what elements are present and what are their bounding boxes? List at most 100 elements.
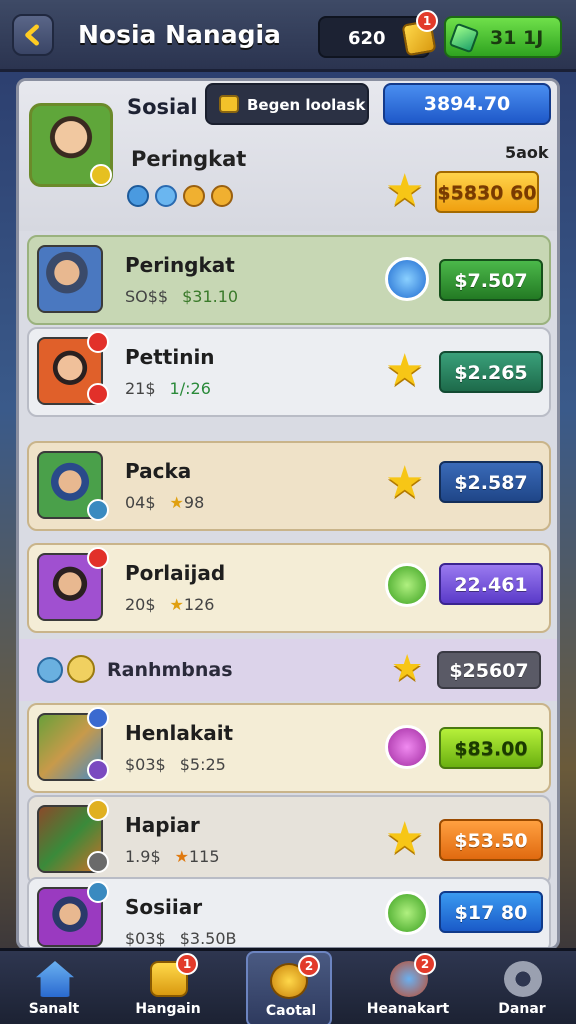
notification-badge	[87, 331, 109, 353]
row-sub: 1.9$ ★115	[125, 847, 220, 866]
star-icon	[155, 185, 177, 207]
score-button[interactable]: 3894.70	[383, 83, 551, 125]
blue-gem-icon	[385, 257, 429, 301]
face-icon	[67, 655, 95, 683]
nav-item-market[interactable]: 2 Heanakart	[358, 951, 458, 1024]
star-icon: ★	[174, 847, 189, 866]
coin-icon	[211, 185, 233, 207]
coin-value: 620	[348, 28, 386, 49]
star-icon: ★	[385, 345, 425, 396]
gem-icon	[448, 22, 480, 54]
row-price-button[interactable]: $2.265	[439, 351, 543, 393]
info-badge	[87, 759, 109, 781]
nav-item-social[interactable]: 2 Caotal	[246, 951, 332, 1024]
star-icon: ★	[385, 813, 425, 864]
row-sub: $03$ $3.50B	[125, 929, 237, 948]
row-price-button[interactable]: $2.587	[439, 461, 543, 503]
list-item[interactable]: Packa 04$ ★98 ★ $2.587	[27, 441, 551, 531]
thumbs-up-icon	[385, 563, 429, 607]
row-name: Porlaijad	[125, 561, 226, 585]
rank-icons	[127, 185, 233, 207]
thumbs-up-icon	[385, 891, 429, 935]
chevron-left-icon	[25, 24, 39, 46]
list-item[interactable]: Hapiar 1.9$ ★115 ★ $53.50	[27, 795, 551, 885]
nav-label: Caotal	[265, 1003, 317, 1019]
section-label: Ranhmbnas	[107, 659, 233, 681]
coin-badge: 1	[416, 10, 438, 32]
nav-item-home[interactable]: Sanalt	[4, 951, 104, 1024]
section-title: Sosial	[127, 95, 198, 119]
row-price-button[interactable]: $53.50	[439, 819, 543, 861]
row-name: Sosiiar	[125, 895, 203, 919]
row-name: Packa	[125, 459, 192, 483]
star-icon: ★	[169, 595, 184, 614]
row-sub: 04$ ★98	[125, 493, 205, 512]
player-avatar	[37, 547, 109, 621]
gem-icon	[127, 185, 149, 207]
player-avatar	[37, 245, 103, 313]
row-sub: SO$$ $31.10	[125, 287, 239, 306]
coin-icon	[183, 185, 205, 207]
row-price-button[interactable]: 22.461	[439, 563, 543, 605]
list-item[interactable]: Porlaijad 20$ ★126 22.461	[27, 543, 551, 633]
info-badge	[87, 707, 109, 729]
rank-price-button[interactable]: $5830 60	[435, 171, 539, 213]
star-icon: ★	[385, 457, 425, 508]
star-icon: ★	[169, 493, 184, 512]
list-item[interactable]: Pettinin 21$ 1/:26 ★ $2.265	[27, 327, 551, 417]
player-avatar[interactable]	[29, 103, 113, 187]
nav-badge: 1	[176, 953, 198, 975]
ticket-icon	[219, 95, 239, 113]
gem-counter[interactable]: 31 1J	[444, 16, 562, 58]
nav-item-settings[interactable]: Danar	[472, 951, 572, 1024]
avatar-level-badge	[90, 164, 112, 186]
ranking-section-header: Ranhmbnas ★ $25607	[19, 639, 557, 701]
row-price-button[interactable]: $83.00	[439, 727, 543, 769]
nav-label: Sanalt	[28, 1001, 80, 1017]
event-pill[interactable]: Begen loolask	[205, 83, 369, 125]
row-price-button[interactable]: $17 80	[439, 891, 543, 933]
row-sub: $03$ $5:25	[125, 755, 226, 774]
player-avatar	[37, 881, 109, 947]
top-bar: Nosia Nanagia 620 1 31 1J	[0, 0, 576, 72]
nav-badge: 2	[414, 953, 436, 975]
item-thumbnail	[37, 707, 109, 781]
list-item[interactable]: Henlakait $03$ $5:25 $83.00	[27, 703, 551, 793]
player-avatar	[37, 331, 109, 405]
info-badge	[87, 881, 109, 903]
row-name: Peringkat	[125, 253, 235, 277]
nav-label: Hangain	[135, 1001, 201, 1017]
notification-badge	[87, 547, 109, 569]
nav-label: Danar	[498, 1001, 546, 1017]
coin-counter[interactable]: 620 1	[318, 10, 438, 58]
rank-title: Peringkat	[131, 147, 247, 171]
nav-item-shop[interactable]: 1 Hangain	[118, 951, 218, 1024]
player-avatar	[37, 451, 109, 521]
section-price-button[interactable]: $25607	[437, 651, 541, 689]
list-item[interactable]: Peringkat SO$$ $31.10 $7.507	[27, 235, 551, 325]
event-pill-label: Begen loolask	[247, 96, 366, 114]
item-thumbnail	[37, 799, 109, 873]
row-name: Pettinin	[125, 345, 215, 369]
gear-icon	[504, 961, 542, 997]
info-badge	[87, 499, 109, 521]
row-name: Hapiar	[125, 813, 200, 837]
bottom-nav: Sanalt 1 Hangain 2 Caotal 2 Heanakart Da…	[0, 948, 576, 1024]
back-button[interactable]	[12, 14, 54, 56]
star-icon: ★	[385, 165, 425, 216]
nav-label: Heanakart	[366, 1001, 450, 1017]
panel-header: Sosial Begen loolask 3894.70 Peringkat 5…	[19, 81, 557, 231]
row-price-button[interactable]: $7.507	[439, 259, 543, 301]
nav-badge: 2	[298, 955, 320, 977]
star-icon: ★	[391, 648, 424, 689]
purple-gem-icon	[385, 725, 429, 769]
coin-badge	[87, 799, 109, 821]
gem-value: 31 1J	[490, 27, 544, 49]
rank-small-label: 5aok	[505, 143, 549, 162]
row-sub: 20$ ★126	[125, 595, 215, 614]
row-sub: 21$ 1/:26	[125, 379, 211, 398]
notification-badge	[87, 383, 109, 405]
home-icon	[36, 961, 74, 997]
info-badge	[87, 851, 109, 873]
list-item[interactable]: Sosiiar $03$ $3.50B $17 80	[27, 877, 551, 948]
